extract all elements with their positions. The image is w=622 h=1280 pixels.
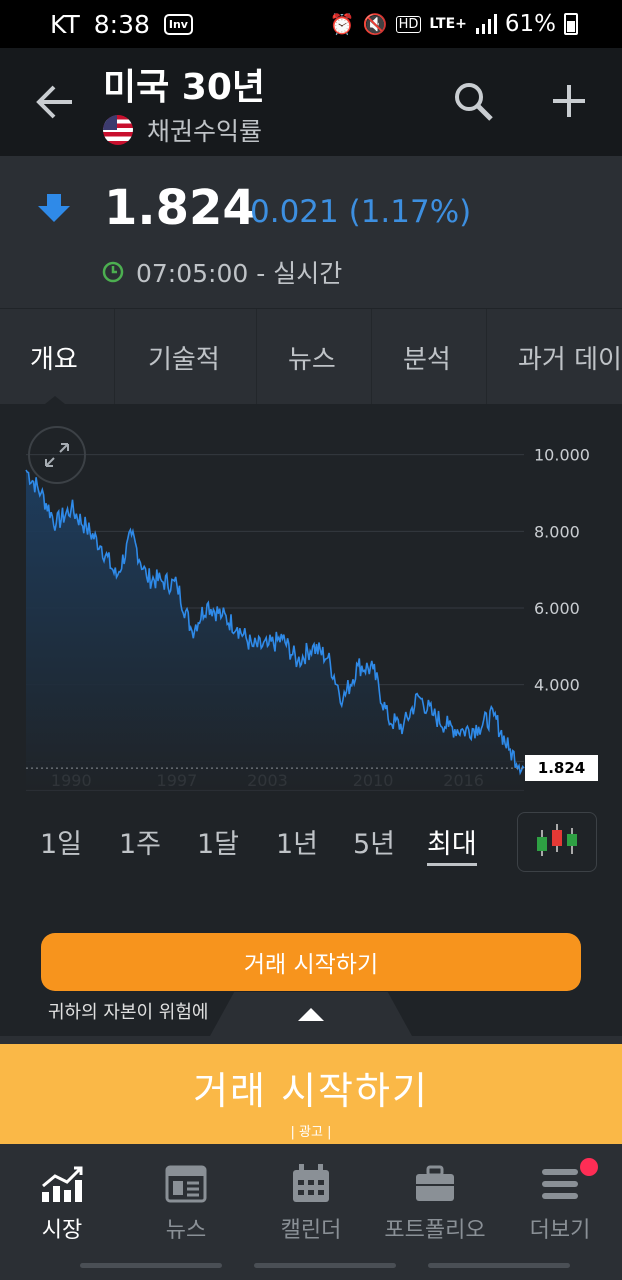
nav-portfolio[interactable]: 포트폴리오: [373, 1162, 497, 1244]
nav-calendar[interactable]: 캘린더: [249, 1162, 373, 1244]
instrument-type: 채권수익률: [147, 117, 263, 146]
nav-label: 시장: [41, 1218, 83, 1243]
search-icon: [455, 83, 493, 121]
fullscreen-chart-button[interactable]: [28, 426, 86, 484]
nav-markets[interactable]: 시장: [0, 1162, 124, 1244]
network-type-icon: LTE+: [429, 16, 467, 32]
back-button[interactable]: [30, 78, 78, 126]
nav-label: 뉴스: [165, 1218, 207, 1243]
battery-percent: 61%: [504, 11, 556, 37]
clock-icon: [102, 261, 124, 283]
nav-label: 캘린더: [280, 1218, 342, 1243]
bottom-navigation: 시장 뉴스 캘린더 포트폴리오 더보기: [0, 1144, 622, 1280]
candlestick-icon: [537, 824, 577, 856]
nav-label: 더보기: [529, 1218, 591, 1243]
nav-more[interactable]: 더보기: [498, 1158, 622, 1244]
time-range-selector: 1일 1주 1달 1년 5년 최대: [0, 812, 622, 872]
range-1m[interactable]: 1달: [197, 822, 239, 861]
range-1d[interactable]: 1일: [40, 822, 82, 861]
expand-drawer-button[interactable]: [210, 992, 412, 1036]
clock-text: 8:38: [93, 9, 150, 39]
notification-badge: [580, 1158, 598, 1176]
nav-news[interactable]: 뉴스: [124, 1162, 248, 1244]
tab-overview[interactable]: 개요: [30, 309, 78, 404]
section-tabs: 개요 기술적 뉴스 분석 과거 데이: [0, 308, 622, 404]
tab-analysis[interactable]: 분석: [403, 309, 451, 404]
price-chart[interactable]: 10.0008.0006.0004.0002.00019901997200320…: [0, 404, 622, 804]
range-1w[interactable]: 1주: [119, 822, 161, 861]
add-to-watchlist-button[interactable]: [544, 76, 594, 126]
market-chart-icon: [42, 1166, 83, 1202]
mute-icon: 🔇: [362, 12, 388, 36]
y-tick-label: 10.000: [534, 446, 590, 465]
quote-time: 07:05:00 - 실시간: [136, 259, 343, 288]
tab-historical-data[interactable]: 과거 데이: [518, 309, 622, 404]
briefcase-icon: [416, 1165, 454, 1201]
news-icon: [165, 1165, 207, 1203]
last-value-tag: 1.824: [525, 755, 598, 782]
home-indicator: [80, 1263, 222, 1268]
menu-icon: [542, 1169, 578, 1199]
search-button[interactable]: [448, 76, 498, 126]
hd-voice-icon: HD: [395, 15, 422, 33]
signal-icon: [475, 14, 497, 34]
chart-type-button[interactable]: [517, 812, 597, 872]
last-price: 1.824: [104, 180, 256, 236]
plus-icon: [553, 85, 585, 117]
y-tick-label: 4.000: [534, 676, 580, 695]
range-5y[interactable]: 5년: [353, 822, 395, 861]
us-flag-icon: [103, 115, 133, 145]
ad-banner[interactable]: 거래 시작하기 | 광고 |: [0, 1036, 622, 1144]
alarm-icon: ⏰: [329, 12, 355, 36]
instrument-subtitle: 채권수익률: [103, 112, 262, 148]
battery-icon: [564, 13, 578, 35]
y-tick-label: 6.000: [534, 599, 580, 618]
page-title: 미국 30년: [103, 67, 265, 108]
quote-time-row: 07:05:00 - 실시간: [102, 254, 342, 290]
active-tab-indicator: [45, 396, 65, 404]
risk-warning-text: 귀하의 자본이 위험에: [48, 1002, 209, 1023]
expand-icon: [45, 443, 69, 467]
chevron-up-icon: [298, 1008, 324, 1021]
nav-label: 포트폴리오: [384, 1218, 486, 1243]
price-change: 0.021 (1.17%): [250, 194, 472, 230]
calendar-icon: [293, 1164, 329, 1202]
app-notification-icon: Inv: [163, 13, 193, 35]
home-indicator: [254, 1263, 396, 1268]
carrier-text: KT: [50, 9, 80, 39]
quote-panel: 1.824 0.021 (1.17%) 07:05:00 - 실시간: [0, 156, 622, 308]
series-area: [26, 470, 524, 790]
range-max[interactable]: 최대: [427, 822, 477, 866]
range-1y[interactable]: 1년: [276, 822, 318, 861]
price-chart-svg: 10.0008.0006.0004.0002.00019901997200320…: [25, 446, 590, 791]
status-bar: KT 8:38 Inv ⏰ 🔇 HD LTE+ 61%: [0, 0, 622, 48]
tab-news[interactable]: 뉴스: [288, 309, 336, 404]
tab-technical[interactable]: 기술적: [148, 309, 220, 404]
arrow-left-icon: [36, 85, 72, 119]
y-tick-label: 8.000: [534, 522, 580, 541]
arrow-down-icon: [38, 194, 70, 222]
app-header: 미국 30년 채권수익률: [0, 48, 622, 156]
ad-label: | 광고 |: [290, 1125, 332, 1140]
home-indicator: [428, 1263, 570, 1268]
ad-title: 거래 시작하기: [193, 1069, 429, 1113]
start-trading-button[interactable]: 거래 시작하기: [41, 933, 581, 991]
